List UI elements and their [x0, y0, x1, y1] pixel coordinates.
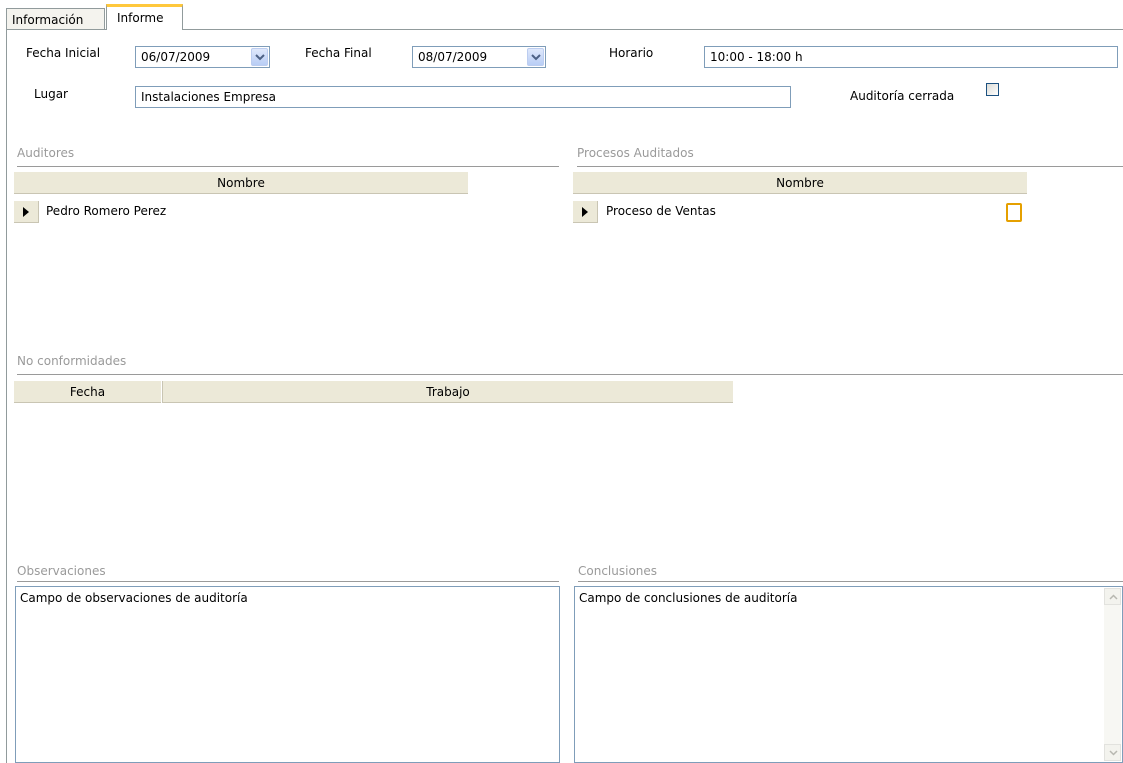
triangle-right-icon: [23, 207, 29, 217]
fecha-final-value: 08/07/2009: [418, 50, 488, 64]
procesos-row-checkbox[interactable]: [1006, 203, 1022, 222]
tab-informacion-label: Información: [12, 13, 84, 27]
auditores-title: Auditores: [17, 146, 75, 160]
no-conformidades-divider: [17, 374, 1123, 375]
fecha-final-label: Fecha Final: [305, 46, 372, 60]
chevron-down-icon: [1109, 750, 1118, 756]
tab-informe[interactable]: Informe: [106, 4, 183, 30]
auditores-col-nombre[interactable]: Nombre: [14, 172, 468, 194]
auditores-grid-header: Nombre: [14, 172, 468, 194]
horario-value: 10:00 - 18:00 h: [710, 50, 803, 64]
lugar-input[interactable]: Instalaciones Empresa: [135, 86, 791, 108]
lugar-label: Lugar: [34, 87, 68, 101]
procesos-title: Procesos Auditados: [577, 146, 694, 160]
triangle-right-icon: [582, 207, 588, 217]
no-conformidades-title: No conformidades: [17, 354, 127, 368]
procesos-grid-header: Nombre: [573, 172, 1027, 194]
lugar-value: Instalaciones Empresa: [141, 90, 277, 104]
chevron-down-icon: [255, 54, 265, 61]
observaciones-title: Observaciones: [17, 564, 106, 578]
procesos-row-nombre[interactable]: Proceso de Ventas: [606, 204, 716, 218]
auditores-row-indicator[interactable]: [14, 201, 39, 223]
conclusiones-textarea[interactable]: Campo de conclusiones de auditoría: [574, 586, 1123, 763]
observaciones-value: Campo de observaciones de auditoría: [20, 591, 248, 605]
conclusiones-value: Campo de conclusiones de auditoría: [579, 591, 798, 605]
fecha-final-combo[interactable]: 08/07/2009: [412, 46, 546, 68]
tab-informacion[interactable]: Información: [6, 8, 105, 29]
auditoria-cerrada-checkbox[interactable]: [986, 83, 999, 96]
chevron-down-icon: [531, 54, 541, 61]
no-conformidades-grid-header: Fecha Trabajo: [14, 381, 733, 403]
scroll-up-button[interactable]: [1104, 588, 1121, 605]
panel-left-border: [6, 29, 7, 763]
no-conformidades-col-fecha[interactable]: Fecha: [14, 381, 162, 403]
tab-informe-label: Informe: [117, 11, 164, 25]
fecha-final-dropdown-button[interactable]: [527, 48, 544, 66]
fecha-inicial-value: 06/07/2009: [141, 50, 211, 64]
auditoria-cerrada-label: Auditoría cerrada: [850, 89, 955, 103]
scroll-down-button[interactable]: [1104, 744, 1121, 761]
fecha-inicial-combo[interactable]: 06/07/2009: [135, 46, 270, 68]
procesos-col-nombre[interactable]: Nombre: [573, 172, 1027, 194]
conclusiones-title: Conclusiones: [578, 564, 658, 578]
procesos-divider: [577, 166, 1123, 167]
horario-label: Horario: [609, 46, 654, 60]
chevron-up-icon: [1109, 594, 1118, 600]
observaciones-textarea[interactable]: Campo de observaciones de auditoría: [15, 586, 560, 763]
no-conformidades-col-trabajo[interactable]: Trabajo: [162, 381, 733, 403]
observaciones-divider: [17, 581, 559, 582]
fecha-inicial-label: Fecha Inicial: [26, 46, 101, 60]
auditores-row-nombre[interactable]: Pedro Romero Perez: [46, 204, 166, 218]
fecha-inicial-dropdown-button[interactable]: [251, 48, 268, 66]
horario-input[interactable]: 10:00 - 18:00 h: [704, 46, 1118, 68]
tab-strip-border-left: [6, 29, 106, 30]
auditores-divider: [17, 166, 559, 167]
conclusiones-divider: [578, 581, 1123, 582]
tab-strip-border: [183, 29, 1123, 30]
conclusiones-scrollbar[interactable]: [1104, 588, 1121, 761]
procesos-row-indicator[interactable]: [573, 201, 598, 223]
